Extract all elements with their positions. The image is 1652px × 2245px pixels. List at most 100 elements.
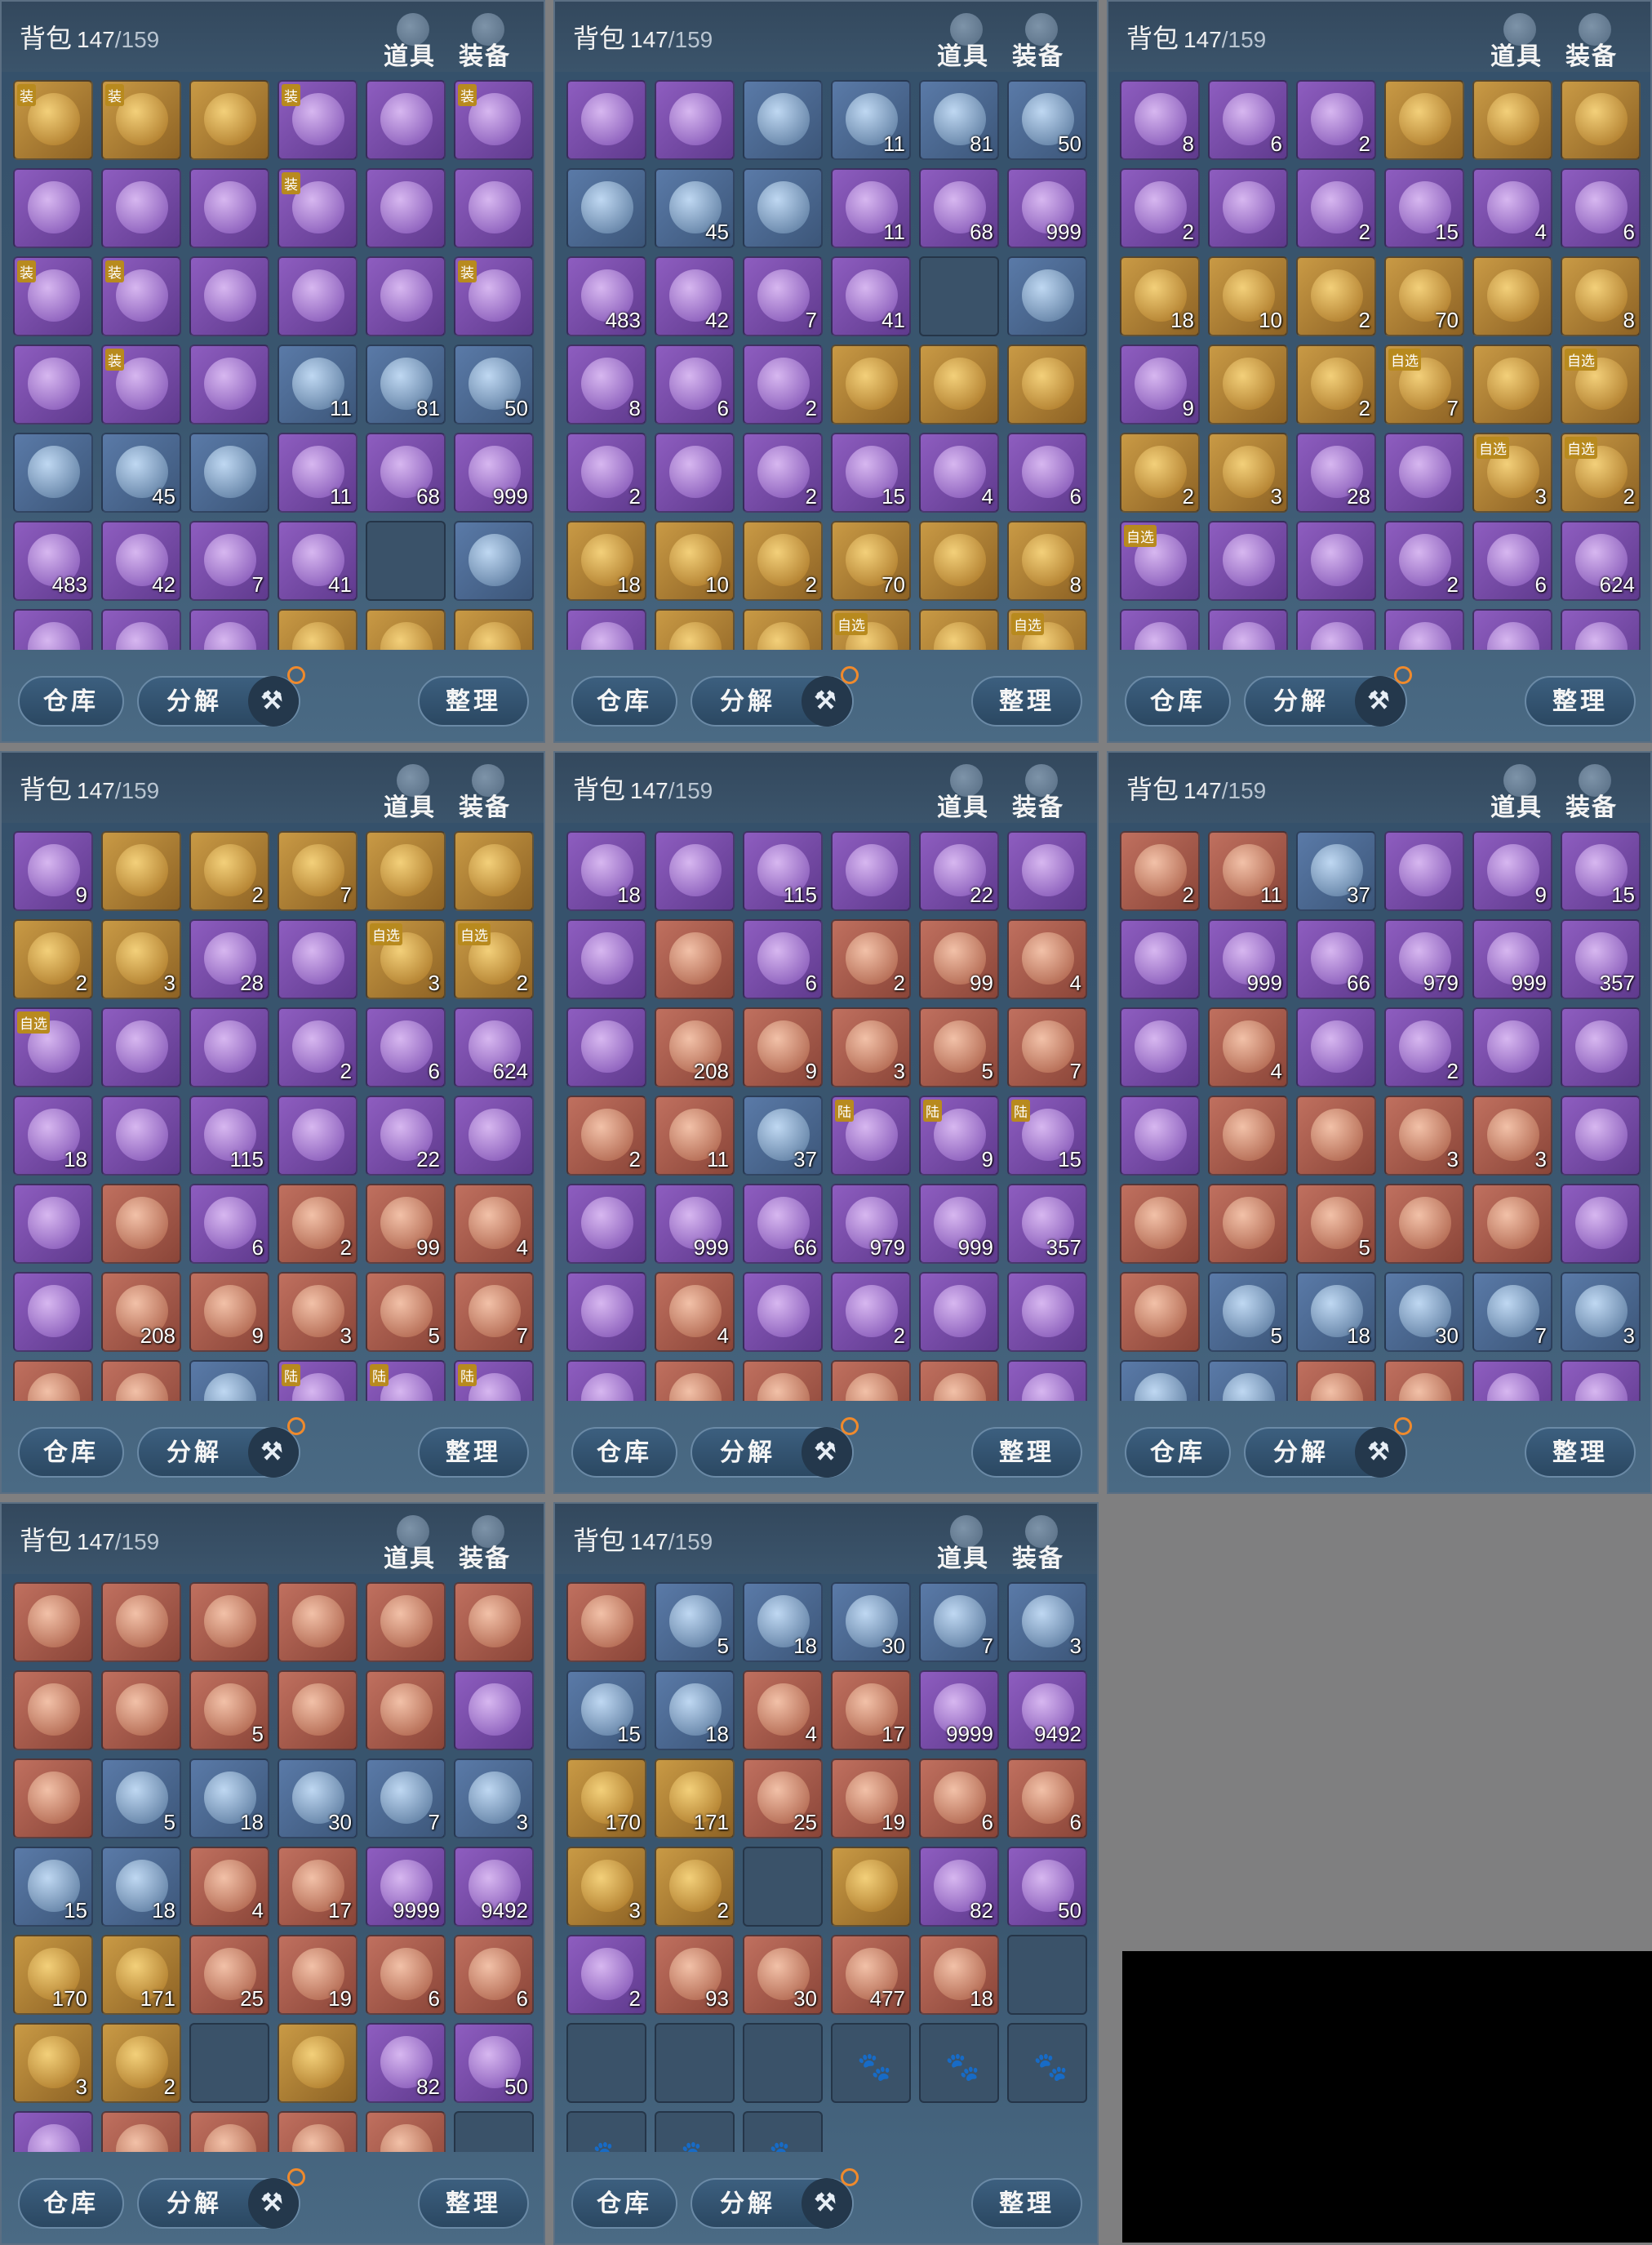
item-slot[interactable]: [566, 1360, 646, 1401]
tab-equipment[interactable]: 装备: [1559, 764, 1624, 821]
item-slot[interactable]: 8: [1120, 80, 1200, 160]
item-slot[interactable]: [101, 1007, 181, 1087]
item-slot[interactable]: [1007, 256, 1087, 336]
item-slot[interactable]: [1384, 609, 1464, 650]
item-slot[interactable]: [13, 168, 93, 248]
item-slot[interactable]: 45: [101, 433, 181, 513]
item-slot[interactable]: [1208, 521, 1288, 601]
item-slot[interactable]: 装: [13, 80, 93, 160]
item-slot[interactable]: 2: [101, 2023, 181, 2103]
item-slot[interactable]: 2: [1296, 256, 1376, 336]
item-slot[interactable]: [366, 256, 446, 336]
empty-slot[interactable]: 🐾: [566, 2111, 646, 2152]
item-slot[interactable]: 3: [1208, 433, 1288, 513]
item-slot[interactable]: 25: [189, 1935, 269, 2015]
item-slot[interactable]: 37: [189, 1360, 269, 1401]
item-slot[interactable]: 999: [1472, 919, 1552, 999]
tab-items[interactable]: 道具: [1484, 13, 1549, 70]
item-slot[interactable]: 7: [919, 1582, 999, 1662]
item-slot[interactable]: 6: [1007, 433, 1087, 513]
item-slot[interactable]: [566, 919, 646, 999]
item-slot[interactable]: [743, 1360, 823, 1401]
item-slot[interactable]: 624: [454, 1007, 534, 1087]
item-slot[interactable]: 7: [366, 1758, 446, 1838]
sort-button[interactable]: 整理: [1525, 676, 1636, 727]
storage-button[interactable]: 仓库: [1125, 676, 1231, 727]
item-slot[interactable]: [278, 1096, 357, 1176]
item-slot[interactable]: [101, 609, 181, 650]
item-slot[interactable]: 7: [743, 256, 823, 336]
item-slot[interactable]: 357: [1007, 1184, 1087, 1264]
item-slot[interactable]: 6: [655, 345, 735, 425]
empty-slot[interactable]: 🐾: [743, 2111, 823, 2152]
hammer-icon[interactable]: ⚒: [248, 1427, 299, 1478]
item-slot[interactable]: 30: [1384, 1272, 1464, 1352]
item-slot[interactable]: 11: [1208, 831, 1288, 911]
item-slot[interactable]: 99: [919, 919, 999, 999]
storage-button[interactable]: 仓库: [571, 1427, 677, 1478]
item-slot[interactable]: 自选: [1007, 609, 1087, 650]
item-slot[interactable]: [189, 168, 269, 248]
item-slot[interactable]: [1472, 256, 1552, 336]
item-slot[interactable]: 8: [1561, 256, 1641, 336]
item-slot[interactable]: 22: [919, 831, 999, 911]
item-slot[interactable]: 2: [1120, 168, 1200, 248]
item-slot[interactable]: [1120, 919, 1200, 999]
item-slot[interactable]: 30: [743, 1935, 823, 2015]
item-slot[interactable]: 999: [919, 1184, 999, 1264]
item-slot[interactable]: [454, 1670, 534, 1750]
item-slot[interactable]: 2: [1296, 345, 1376, 425]
item-slot[interactable]: [189, 256, 269, 336]
empty-slot[interactable]: 🐾: [831, 2023, 911, 2103]
item-slot[interactable]: 979: [831, 1184, 911, 1264]
decompose-button[interactable]: 分解 ⚒: [691, 666, 859, 727]
item-slot[interactable]: 2: [831, 919, 911, 999]
tab-items[interactable]: 道具: [930, 764, 996, 821]
tab-equipment[interactable]: 装备: [452, 1515, 517, 1572]
item-slot[interactable]: [101, 1670, 181, 1750]
tab-equipment[interactable]: 装备: [452, 764, 517, 821]
decompose-button[interactable]: 分解 ⚒: [691, 2168, 859, 2229]
item-slot[interactable]: 6: [1208, 80, 1288, 160]
item-slot[interactable]: 9999: [1472, 1360, 1552, 1401]
item-slot[interactable]: 42: [655, 256, 735, 336]
item-slot[interactable]: 3: [1384, 1096, 1464, 1176]
item-slot[interactable]: 11: [831, 168, 911, 248]
item-slot[interactable]: [1384, 80, 1464, 160]
item-slot[interactable]: [1561, 80, 1641, 160]
item-slot[interactable]: 3: [1472, 1096, 1552, 1176]
tab-items[interactable]: 道具: [1484, 764, 1549, 821]
item-slot[interactable]: [1120, 1096, 1200, 1176]
item-slot[interactable]: 9: [1472, 831, 1552, 911]
item-slot[interactable]: 42: [101, 521, 181, 601]
item-slot[interactable]: 4: [1208, 1007, 1288, 1087]
item-slot[interactable]: [13, 345, 93, 425]
item-slot[interactable]: 9492: [1007, 1670, 1087, 1750]
item-slot[interactable]: [1561, 1096, 1641, 1176]
item-slot[interactable]: 68: [366, 433, 446, 513]
item-slot[interactable]: 自选: [1561, 345, 1641, 425]
decompose-button[interactable]: 分解 ⚒: [137, 1417, 305, 1478]
item-slot[interactable]: 208: [101, 1272, 181, 1352]
item-slot[interactable]: 10: [655, 521, 735, 601]
item-slot[interactable]: 装: [101, 256, 181, 336]
item-slot[interactable]: 3: [101, 919, 181, 999]
item-slot[interactable]: 477: [831, 1935, 911, 2015]
tab-items[interactable]: 道具: [377, 13, 442, 70]
item-slot[interactable]: 18: [101, 1847, 181, 1927]
item-slot[interactable]: 30: [831, 1582, 911, 1662]
item-slot[interactable]: 81: [366, 345, 446, 425]
storage-button[interactable]: 仓库: [18, 676, 124, 727]
item-slot[interactable]: [366, 1670, 446, 1750]
item-slot[interactable]: [1472, 80, 1552, 160]
item-slot[interactable]: [1561, 609, 1641, 650]
item-slot[interactable]: 50: [454, 345, 534, 425]
item-slot[interactable]: 171: [655, 1758, 735, 1838]
item-slot[interactable]: 19: [278, 1935, 357, 2015]
item-slot[interactable]: 357: [1561, 919, 1641, 999]
item-slot[interactable]: 17: [831, 1670, 911, 1750]
empty-slot[interactable]: [919, 256, 999, 336]
item-slot[interactable]: 99: [366, 1184, 446, 1264]
item-slot[interactable]: [566, 1272, 646, 1352]
item-slot[interactable]: [1120, 1272, 1200, 1352]
